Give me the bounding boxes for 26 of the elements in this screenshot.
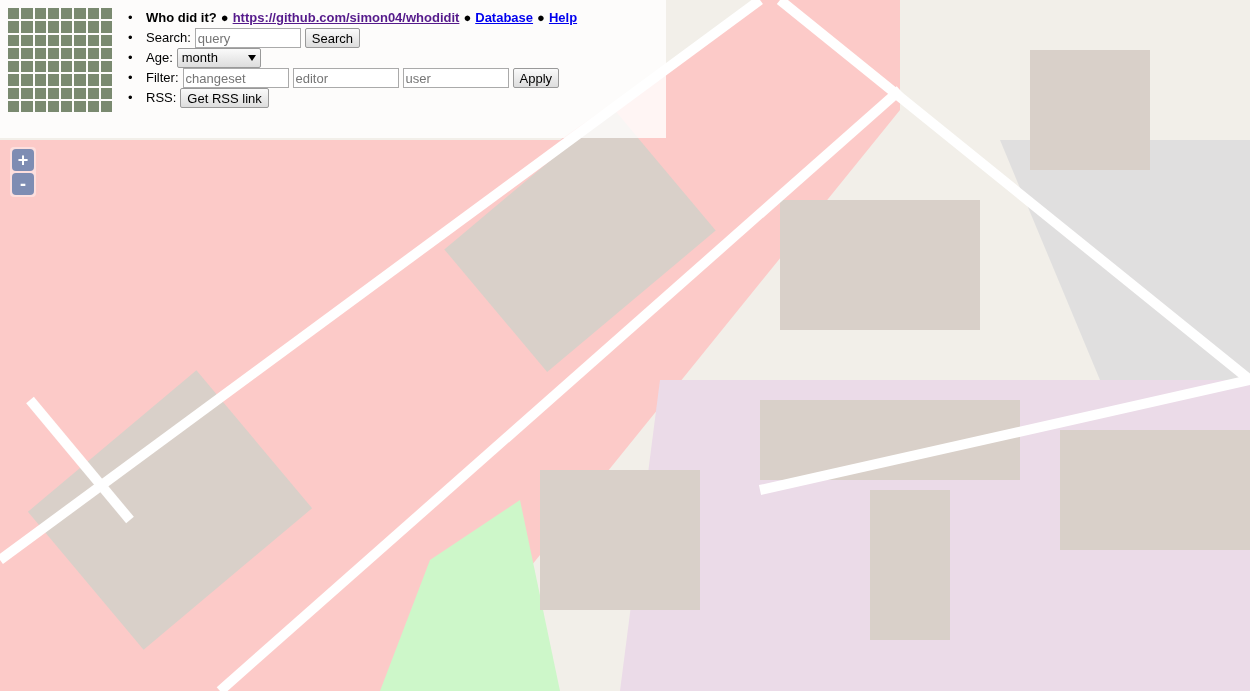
link[interactable]: Database — [475, 8, 534, 28]
input-field[interactable]: query — [194, 28, 301, 48]
input-field[interactable]: changeset — [182, 68, 289, 88]
input-field[interactable]: user — [402, 68, 509, 88]
dropdown[interactable]: month — [176, 48, 261, 68]
link[interactable]: https://github.com/simon04/whodidit — [232, 8, 460, 28]
bullet-separator: ● — [220, 9, 229, 27]
link[interactable]: Help — [548, 8, 578, 28]
list-bullet: • — [128, 69, 134, 87]
field-label: RSS: — [146, 89, 177, 107]
list-bullet: • — [128, 9, 134, 27]
app-title: Who did it? — [146, 9, 217, 27]
bullet-separator: ● — [463, 9, 472, 27]
field-label: Search: — [146, 29, 191, 47]
input-field[interactable]: editor — [292, 68, 399, 88]
bullet-separator: ● — [537, 9, 545, 27]
list-bullet: • — [128, 49, 134, 67]
caret-icon — [247, 55, 256, 61]
button[interactable]: Search — [304, 28, 360, 48]
logo-icon — [8, 8, 112, 112]
button[interactable]: Get RSS link — [180, 88, 269, 108]
button[interactable]: Apply — [512, 68, 560, 88]
field-label: Filter: — [146, 69, 179, 87]
field-label: Age: — [146, 49, 173, 67]
list-bullet: • — [128, 89, 134, 107]
list-bullet: • — [128, 29, 134, 47]
